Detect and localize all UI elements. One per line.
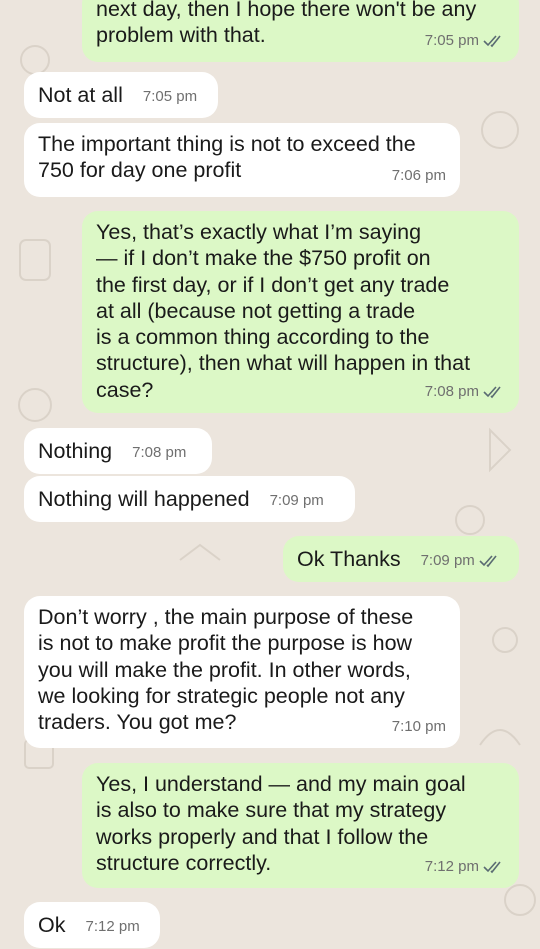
message-text: Nothing (38, 438, 113, 463)
double-check-icon (483, 35, 501, 48)
message-meta: 7:05 pm (425, 28, 505, 54)
message-time: 7:08 pm (132, 443, 187, 461)
double-check-icon (483, 386, 501, 399)
message-text: Ok (38, 912, 66, 937)
message-meta: 7:09 pm (421, 548, 501, 574)
message-time: 7:08 pm (424, 382, 479, 400)
double-check-icon (483, 861, 501, 874)
message-text: Not at all (38, 82, 123, 107)
message-text: Nothing will happened (38, 486, 250, 511)
double-check-icon (479, 555, 497, 568)
message-bubble-incoming[interactable]: The important thing is not to exceed the… (24, 123, 460, 197)
message-bubble-incoming[interactable]: Don’t worry , the main purpose of these … (24, 596, 460, 748)
message-time: 7:05 pm (424, 31, 479, 49)
message-time: 7:09 pm (269, 491, 324, 509)
message-bubble-incoming[interactable]: Nothing 7:08 pm (24, 428, 212, 474)
message-bubble-incoming[interactable]: Ok 7:12 pm (24, 902, 160, 948)
message-text: The important thing is not to exceed the… (38, 132, 416, 183)
message-bubble-outgoing[interactable]: next day, then I hope there won't be any… (82, 0, 519, 62)
message-bubble-outgoing[interactable]: Yes, that’s exactly what I’m saying — if… (82, 211, 519, 413)
message-meta: 7:12 pm (425, 854, 505, 880)
message-bubble-incoming[interactable]: Not at all 7:05 pm (24, 72, 218, 118)
message-bubble-incoming[interactable]: Nothing will happened 7:09 pm (24, 476, 355, 522)
message-time: 7:10 pm (391, 717, 446, 735)
message-time: 7:06 pm (391, 166, 446, 184)
message-time: 7:09 pm (420, 551, 475, 569)
message-time: 7:05 pm (142, 87, 198, 105)
message-meta: 7:06 pm (392, 163, 446, 189)
message-meta: 7:10 pm (392, 714, 446, 740)
message-bubble-outgoing[interactable]: Yes, I understand — and my main goal is … (82, 763, 519, 888)
message-time: 7:12 pm (424, 857, 479, 875)
message-meta: 7:08 pm (425, 379, 505, 405)
message-text: Don’t worry , the main purpose of these … (38, 605, 414, 735)
message-bubble-outgoing[interactable]: Ok Thanks 7:09 pm (283, 536, 519, 582)
message-text: Ok Thanks (297, 546, 401, 571)
message-time: 7:12 pm (85, 917, 140, 935)
message-text: Yes, that’s exactly what I’m saying — if… (96, 220, 471, 402)
